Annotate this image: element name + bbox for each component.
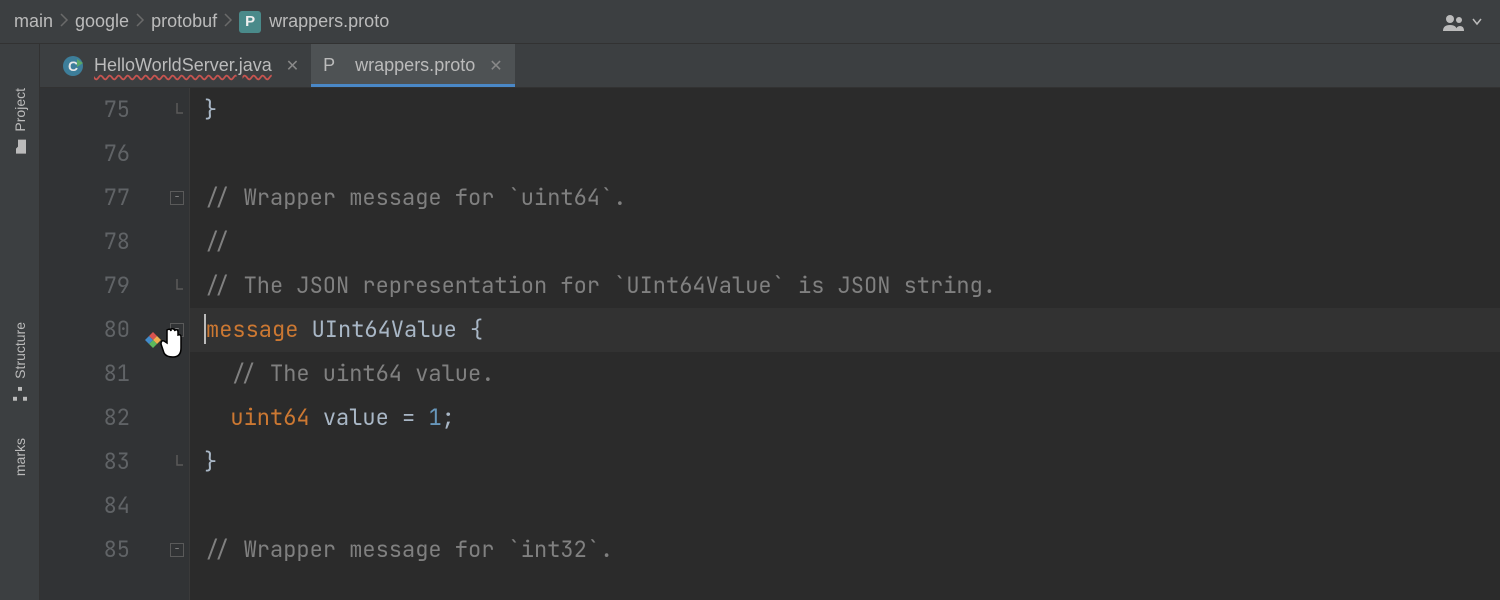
tab-label: HelloWorldServer.java [94, 55, 272, 76]
tab-label: wrappers.proto [355, 55, 475, 76]
tool-window-stripe: Project Structure marks [0, 44, 40, 600]
fold-end-marker [170, 455, 184, 469]
breadcrumb-part[interactable]: main [14, 11, 53, 32]
close-icon[interactable]: ✕ [489, 56, 502, 76]
breadcrumb-separator [59, 11, 69, 32]
code-content[interactable]: }// Wrapper message for `uint64`.//// Th… [190, 88, 1500, 600]
structure-icon [13, 385, 27, 401]
fold-end-marker [170, 279, 184, 293]
code-line[interactable]: // Wrapper message for `int32`. [204, 528, 1500, 572]
code-editor[interactable]: 7576777879808182838485 − − − } // Wrapper m… [40, 88, 1500, 600]
line-number-gutter[interactable]: 7576777879808182838485 [40, 88, 140, 600]
line-number[interactable]: 81 [40, 352, 130, 396]
code-line[interactable]: } [204, 440, 1500, 484]
editor-tabs: C HelloWorldServer.java ✕ P wrappers.pro… [40, 44, 1500, 88]
code-line[interactable] [204, 484, 1500, 528]
tool-tab-label: Structure [12, 322, 28, 379]
editor-tab[interactable]: C HelloWorldServer.java ✕ [50, 44, 311, 87]
breadcrumb-part[interactable]: protobuf [151, 11, 217, 32]
line-number[interactable]: 85 [40, 528, 130, 572]
fold-toggle[interactable]: − [170, 323, 184, 337]
related-symbol-gutter-icon[interactable] [144, 320, 162, 364]
gutter-icon-column[interactable] [140, 88, 168, 600]
line-number[interactable]: 79 [40, 264, 130, 308]
line-number[interactable]: 76 [40, 132, 130, 176]
breadcrumb-separator [135, 11, 145, 32]
line-number[interactable]: 75 [40, 88, 130, 132]
code-line[interactable]: // Wrapper message for `uint64`. [204, 176, 1500, 220]
structure-tool-window-button[interactable]: Structure [12, 308, 28, 415]
java-class-icon: C [62, 55, 84, 77]
proto-file-icon: P [323, 55, 345, 77]
breadcrumb-part[interactable]: google [75, 11, 129, 32]
breadcrumb[interactable]: main google protobuf P wrappers.proto [14, 11, 389, 33]
line-number[interactable]: 83 [40, 440, 130, 484]
svg-text:C: C [68, 58, 78, 74]
code-line[interactable]: // The uint64 value. [204, 352, 1500, 396]
proto-file-icon: P [239, 11, 261, 33]
chevron-down-icon [1472, 18, 1482, 26]
code-line[interactable]: uint64 value = 1; [204, 396, 1500, 440]
line-number[interactable]: 80 [40, 308, 130, 352]
navigation-bar: main google protobuf P wrappers.proto [0, 0, 1500, 44]
code-with-me-button[interactable] [1442, 13, 1486, 31]
code-line[interactable]: message UInt64Value { [190, 308, 1500, 352]
tool-tab-label: Project [12, 88, 28, 132]
tool-tab-label: marks [12, 438, 28, 476]
line-number[interactable]: 77 [40, 176, 130, 220]
breadcrumb-file[interactable]: wrappers.proto [269, 11, 389, 32]
fold-column[interactable]: − − − [168, 88, 190, 600]
line-number[interactable]: 82 [40, 396, 130, 440]
folder-icon [13, 139, 27, 155]
fold-toggle[interactable]: − [170, 543, 184, 557]
line-number[interactable]: 78 [40, 220, 130, 264]
editor-tab[interactable]: P wrappers.proto ✕ [311, 44, 514, 87]
users-icon [1442, 13, 1468, 31]
code-line[interactable] [204, 132, 1500, 176]
bookmarks-tool-window-button[interactable]: marks [12, 424, 28, 490]
code-line[interactable]: // [204, 220, 1500, 264]
breadcrumb-separator [223, 11, 233, 32]
line-number[interactable]: 84 [40, 484, 130, 528]
code-line[interactable]: } [204, 88, 1500, 132]
fold-toggle[interactable]: − [170, 191, 184, 205]
close-icon[interactable]: ✕ [286, 56, 299, 76]
project-tool-window-button[interactable]: Project [12, 74, 28, 168]
code-line[interactable]: // The JSON representation for `UInt64Va… [204, 264, 1500, 308]
fold-end-marker [170, 103, 184, 117]
